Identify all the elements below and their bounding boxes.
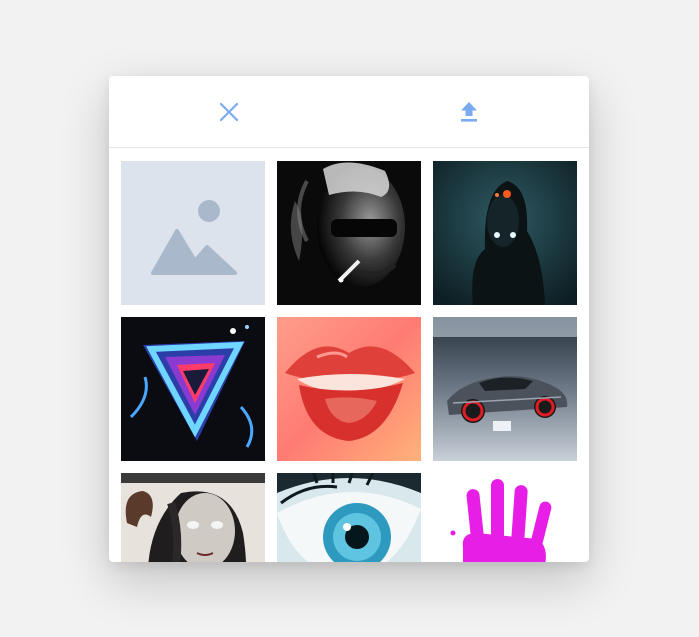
image-tile-red-lips[interactable] [277,317,421,461]
red-lips-thumbnail [277,317,421,461]
image-placeholder-icon [121,161,265,305]
hooded-figure-thumbnail [433,161,577,305]
image-tile-pale-woman[interactable] [121,473,265,562]
image-tile-placeholder[interactable] [121,161,265,305]
image-picker-dialog [109,76,589,562]
image-tile-neon-triangle[interactable] [121,317,265,461]
close-icon [219,102,239,122]
magenta-handprint-thumbnail [433,473,577,562]
upload-button[interactable] [455,98,483,126]
image-grid [121,161,577,562]
smoking-man-thumbnail [277,161,421,305]
blue-eye-thumbnail [277,473,421,562]
dialog-toolbar [109,76,589,148]
sports-car-thumbnail [433,317,577,461]
image-tile-blue-eye[interactable] [277,473,421,562]
image-tile-magenta-handprint[interactable] [433,473,577,562]
pale-woman-thumbnail [121,473,265,562]
image-tile-smoking-man[interactable] [277,161,421,305]
close-button[interactable] [215,98,243,126]
upload-icon [461,102,477,122]
image-tile-hooded-figure[interactable] [433,161,577,305]
image-tile-sports-car[interactable] [433,317,577,461]
neon-triangle-thumbnail [121,317,265,461]
